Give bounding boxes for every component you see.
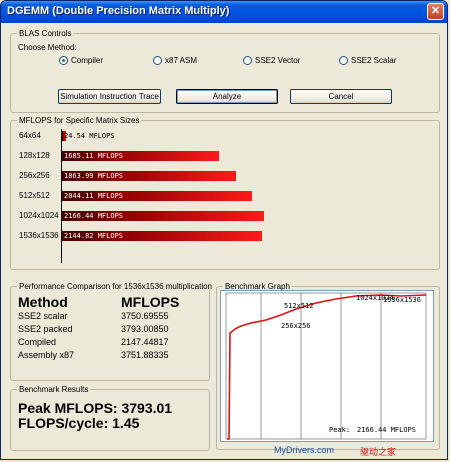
benchmark-results-group: Benchmark Results Peak MFLOPS: 3793.01 F… <box>10 385 210 451</box>
matrix-size-label: 64x64 <box>19 131 41 140</box>
perf-method-2: Compiled <box>18 337 57 347</box>
perf-value-2: 2147.44817 <box>121 337 169 347</box>
mflops-bar-label: 2144.82 MFLOPS <box>64 232 124 240</box>
mflops-bar: 2044.11 MFLOPS <box>62 191 253 201</box>
close-button[interactable]: ✕ <box>427 3 444 20</box>
radio-sse2-vector[interactable] <box>243 56 252 65</box>
radio-x87-asm-label[interactable]: x87 ASM <box>165 56 197 65</box>
perf-method-0: SSE2 scalar <box>18 311 68 321</box>
perf-method-3: Assembly x87 <box>18 350 75 360</box>
mflops-bar: 24.54 MFLOPS <box>62 131 115 141</box>
radio-x87-asm[interactable] <box>153 56 162 65</box>
title-bar[interactable]: DGEMM (Double Precision Matrix Multiply)… <box>1 1 447 23</box>
close-icon: ✕ <box>430 5 441 17</box>
radio-sse2-vector-label[interactable]: SSE2 Vector <box>255 56 300 65</box>
matrix-size-label: 512x512 <box>19 191 50 200</box>
perf-value-1: 3793.00850 <box>121 324 169 334</box>
mflops-bar-label: 24.54 MFLOPS <box>64 132 115 140</box>
blas-controls-group: BLAS Controls Choose Method: Compiler x8… <box>10 29 440 113</box>
matrix-size-label: 1536x1536 <box>19 231 59 240</box>
matrix-size-label: 256x256 <box>19 171 50 180</box>
dgemm-window: DGEMM (Double Precision Matrix Multiply)… <box>0 0 448 460</box>
mflops-bar: 2166.44 MFLOPS <box>62 211 264 221</box>
watermark-cn: 驱动之家 <box>360 447 397 457</box>
mflops-sizes-title: MFLOPS for Specific Matrix Sizes <box>17 116 142 125</box>
mflops-header: MFLOPS <box>121 294 180 310</box>
peak-mflops-text: Peak MFLOPS: 3793.01 <box>18 400 173 416</box>
radio-sse2-scalar-label[interactable]: SSE2 Scalar <box>351 56 396 65</box>
graph-label-512: 512x512 <box>284 302 314 310</box>
matrix-size-label: 1024x1024 <box>19 211 59 220</box>
benchmark-line <box>227 294 427 440</box>
radio-compiler-label[interactable]: Compiler <box>71 56 103 65</box>
window-title: DGEMM (Double Precision Matrix Multiply) <box>7 5 230 17</box>
graph-peak-value: 2166.44 MFLOPS <box>357 426 416 434</box>
simulation-trace-button[interactable]: Simulation Instruction Trace <box>58 89 161 104</box>
mflops-bar-label: 1863.99 MFLOPS <box>64 172 124 180</box>
performance-comparison-group: Performance Comparison for 1536x1536 mul… <box>10 282 214 381</box>
method-header: Method <box>18 294 68 310</box>
bar-chart-axis <box>61 129 62 263</box>
mflops-bar: 1685.11 MFLOPS <box>62 151 220 161</box>
benchmark-graph-panel: 256x256 512x512 1024x1024 1536x1536 Peak… <box>220 290 434 442</box>
graph-peak-label: Peak: <box>329 426 350 434</box>
performance-comparison-title: Performance Comparison for 1536x1536 mul… <box>17 282 214 291</box>
cancel-button[interactable]: Cancel <box>290 89 392 104</box>
perf-value-3: 3751.88335 <box>121 350 169 360</box>
graph-label-256: 256x256 <box>281 322 311 330</box>
mflops-bar-label: 1685.11 MFLOPS <box>64 152 124 160</box>
perf-value-0: 3750.69555 <box>121 311 169 321</box>
perf-method-1: SSE2 packed <box>18 324 73 334</box>
mflops-bar-label: 2166.44 MFLOPS <box>64 212 124 220</box>
watermark-site: MyDrivers.com <box>274 445 334 455</box>
flops-per-cycle-text: FLOPS/cycle: 1.45 <box>18 415 140 431</box>
analyze-button[interactable]: Analyze <box>176 89 278 104</box>
radio-sse2-scalar[interactable] <box>339 56 348 65</box>
benchmark-graph-svg: 256x256 512x512 1024x1024 1536x1536 Peak… <box>225 292 427 440</box>
graph-label-1536: 1536x1536 <box>383 296 421 304</box>
matrix-size-label: 128x128 <box>19 151 50 160</box>
radio-compiler[interactable] <box>59 56 68 65</box>
choose-method-label: Choose Method: <box>18 43 77 52</box>
mflops-bar: 1863.99 MFLOPS <box>62 171 236 181</box>
benchmark-results-title: Benchmark Results <box>17 385 91 394</box>
graph-grid <box>225 292 427 440</box>
mflops-bar-label: 2044.11 MFLOPS <box>64 192 124 200</box>
blas-controls-title: BLAS Controls <box>17 29 74 38</box>
mflops-bar: 2144.82 MFLOPS <box>62 231 262 241</box>
